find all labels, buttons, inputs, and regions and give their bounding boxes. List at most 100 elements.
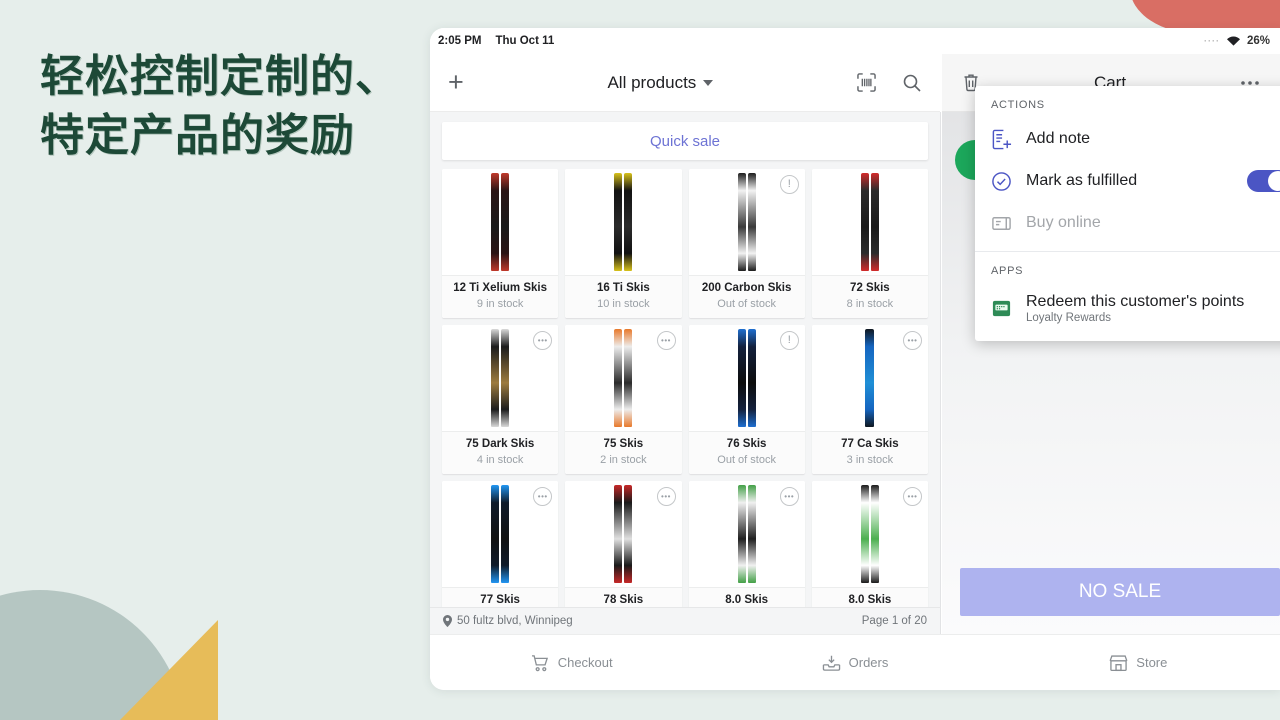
- product-image: !: [688, 325, 805, 432]
- product-image: •••: [688, 481, 805, 588]
- product-card[interactable]: ••• 77 Ca Skis 3 in stock: [811, 325, 928, 474]
- menu-item-mark-as-fulfilled[interactable]: Mark as fulfilled: [975, 160, 1280, 202]
- apps-section-label: APPS: [991, 265, 1024, 277]
- search-icon[interactable]: [902, 73, 922, 93]
- product-stock: 3 in stock: [846, 454, 894, 466]
- product-name: 78 Skis: [603, 594, 644, 607]
- product-stock: 2 in stock: [600, 454, 647, 466]
- product-card[interactable]: ••• 75 Skis 2 in stock: [565, 325, 682, 474]
- product-card[interactable]: ••• 75 Dark Skis 4 in stock: [442, 325, 559, 474]
- menu-item-label: Redeem this customer's points: [1026, 293, 1245, 310]
- product-label: 77 Ca Skis 3 in stock: [811, 431, 928, 474]
- product-image: [565, 169, 682, 276]
- orders-inbox-icon: [822, 654, 841, 672]
- product-more-icon[interactable]: •••: [533, 487, 553, 506]
- quick-sale-button[interactable]: Quick sale: [442, 122, 928, 160]
- nav-item-label: Store: [1136, 655, 1168, 670]
- product-image: •••: [811, 481, 928, 588]
- menu-item-label: Mark as fulfilled: [1026, 172, 1138, 189]
- status-date: Thu Oct 11: [495, 35, 555, 47]
- product-name: 75 Skis: [603, 438, 644, 451]
- product-image: [811, 169, 928, 276]
- chevron-down-icon: [703, 79, 714, 86]
- out-of-stock-alert-icon[interactable]: !: [779, 331, 799, 350]
- product-more-icon[interactable]: •••: [656, 331, 676, 350]
- product-name: 76 Skis: [726, 438, 767, 451]
- wifi-icon: [1226, 35, 1241, 47]
- product-stock: 8 in stock: [846, 298, 894, 310]
- product-image: •••: [565, 481, 682, 588]
- tablet-device-frame: 2:05 PM Thu Oct 11 ···· 26% + All produc…: [430, 28, 1280, 690]
- store-location-label: 50 fultz blvd, Winnipeg: [457, 615, 573, 627]
- product-stock: Out of stock: [717, 454, 776, 466]
- product-card[interactable]: ! 200 Carbon Skis Out of stock: [688, 169, 805, 318]
- product-label: 72 Skis 8 in stock: [811, 275, 928, 318]
- product-stock: 10 in stock: [597, 298, 650, 310]
- signal-dots-icon: ····: [1203, 36, 1220, 46]
- status-time: 2:05 PM: [438, 35, 482, 47]
- product-stock: 4 in stock: [476, 454, 524, 466]
- product-card[interactable]: 12 Ti Xelium Skis 9 in stock: [442, 169, 559, 318]
- product-image: •••: [442, 325, 559, 432]
- menu-item-redeem-this-customer-s-points[interactable]: Redeem this customer's points Loyalty Rew…: [975, 284, 1280, 333]
- product-label: 75 Skis 2 in stock: [565, 431, 682, 474]
- products-app-bar: + All products: [430, 54, 940, 112]
- check-circle-icon: [991, 171, 1012, 192]
- product-label: 16 Ti Skis 10 in stock: [565, 275, 682, 318]
- barcode-scan-icon[interactable]: [857, 73, 876, 92]
- product-name: 8.0 Skis: [725, 594, 769, 607]
- cart-icon: [531, 654, 550, 672]
- product-image: •••: [811, 325, 928, 432]
- nav-item-orders[interactable]: Orders: [713, 654, 996, 672]
- product-collection-dropdown[interactable]: All products: [464, 73, 857, 93]
- out-of-stock-alert-icon[interactable]: !: [779, 175, 799, 194]
- loyalty-app-icon: [991, 298, 1012, 319]
- location-pin-icon: [443, 615, 452, 627]
- cart-actions-dropdown: ACTIONS Add note Mark as fulfilled Buy onl…: [975, 86, 1280, 341]
- decorative-gold-triangle: [120, 620, 218, 720]
- product-name: 75 Dark Skis: [465, 438, 535, 451]
- product-grid-pane: Quick sale 12 Ti Xelium Skis 9 in stock 16…: [430, 112, 941, 634]
- menu-item-buy-online: Buy online: [975, 202, 1280, 244]
- product-stock: Out of stock: [717, 298, 776, 310]
- marketing-headline: 轻松控制定制的、特定产品的奖励: [40, 52, 400, 160]
- nav-item-store[interactable]: Store: [997, 654, 1280, 672]
- menu-item-label: Add note: [1026, 130, 1091, 147]
- menu-item-subtitle: Loyalty Rewards: [1026, 312, 1112, 324]
- nav-item-label: Orders: [848, 655, 889, 670]
- product-name: 16 Ti Skis: [596, 282, 650, 295]
- product-more-icon[interactable]: •••: [779, 487, 799, 506]
- add-product-button[interactable]: +: [448, 69, 464, 96]
- apps-menu-list: Redeem this customer's points Loyalty Rew…: [975, 284, 1280, 333]
- product-more-icon[interactable]: •••: [903, 331, 922, 350]
- product-name: 8.0 Skis: [848, 594, 892, 607]
- note-add-icon: [991, 129, 1012, 150]
- product-name: 77 Skis: [480, 594, 520, 607]
- actions-section-label: ACTIONS: [991, 99, 1045, 111]
- product-card[interactable]: ! 76 Skis Out of stock: [688, 325, 805, 474]
- product-name: 72 Skis: [850, 282, 890, 295]
- actions-menu-list: Add note Mark as fulfilled Buy online: [975, 118, 1280, 244]
- slide-canvas: 轻松控制定制的、特定产品的奖励 2:05 PM Thu Oct 11 ···· …: [0, 0, 1280, 720]
- nav-item-checkout[interactable]: Checkout: [430, 654, 713, 672]
- product-more-icon[interactable]: •••: [903, 487, 922, 506]
- no-sale-button[interactable]: NO SALE: [960, 568, 1280, 616]
- toggle-knob: [1268, 171, 1280, 191]
- product-card[interactable]: 72 Skis 8 in stock: [811, 169, 928, 318]
- mark-as-fulfilled-toggle[interactable]: [1247, 170, 1280, 192]
- product-name: 77 Ca Skis: [841, 438, 899, 451]
- battery-percent: 26%: [1246, 35, 1270, 47]
- product-label: 12 Ti Xelium Skis 9 in stock: [442, 275, 559, 318]
- product-image: [442, 169, 559, 276]
- product-label: 76 Skis Out of stock: [688, 431, 805, 474]
- more-horizontal-icon[interactable]: [1240, 80, 1260, 86]
- menu-item-add-note[interactable]: Add note: [975, 118, 1280, 160]
- product-more-icon[interactable]: •••: [656, 487, 676, 506]
- product-card[interactable]: 16 Ti Skis 10 in stock: [565, 169, 682, 318]
- product-image: !: [688, 169, 805, 276]
- product-stock: 9 in stock: [476, 298, 524, 310]
- pagination-label: Page 1 of 20: [861, 615, 927, 627]
- product-grid: 12 Ti Xelium Skis 9 in stock 16 Ti Skis 10 …: [430, 160, 940, 634]
- product-image: •••: [442, 481, 559, 588]
- product-more-icon[interactable]: •••: [533, 331, 553, 350]
